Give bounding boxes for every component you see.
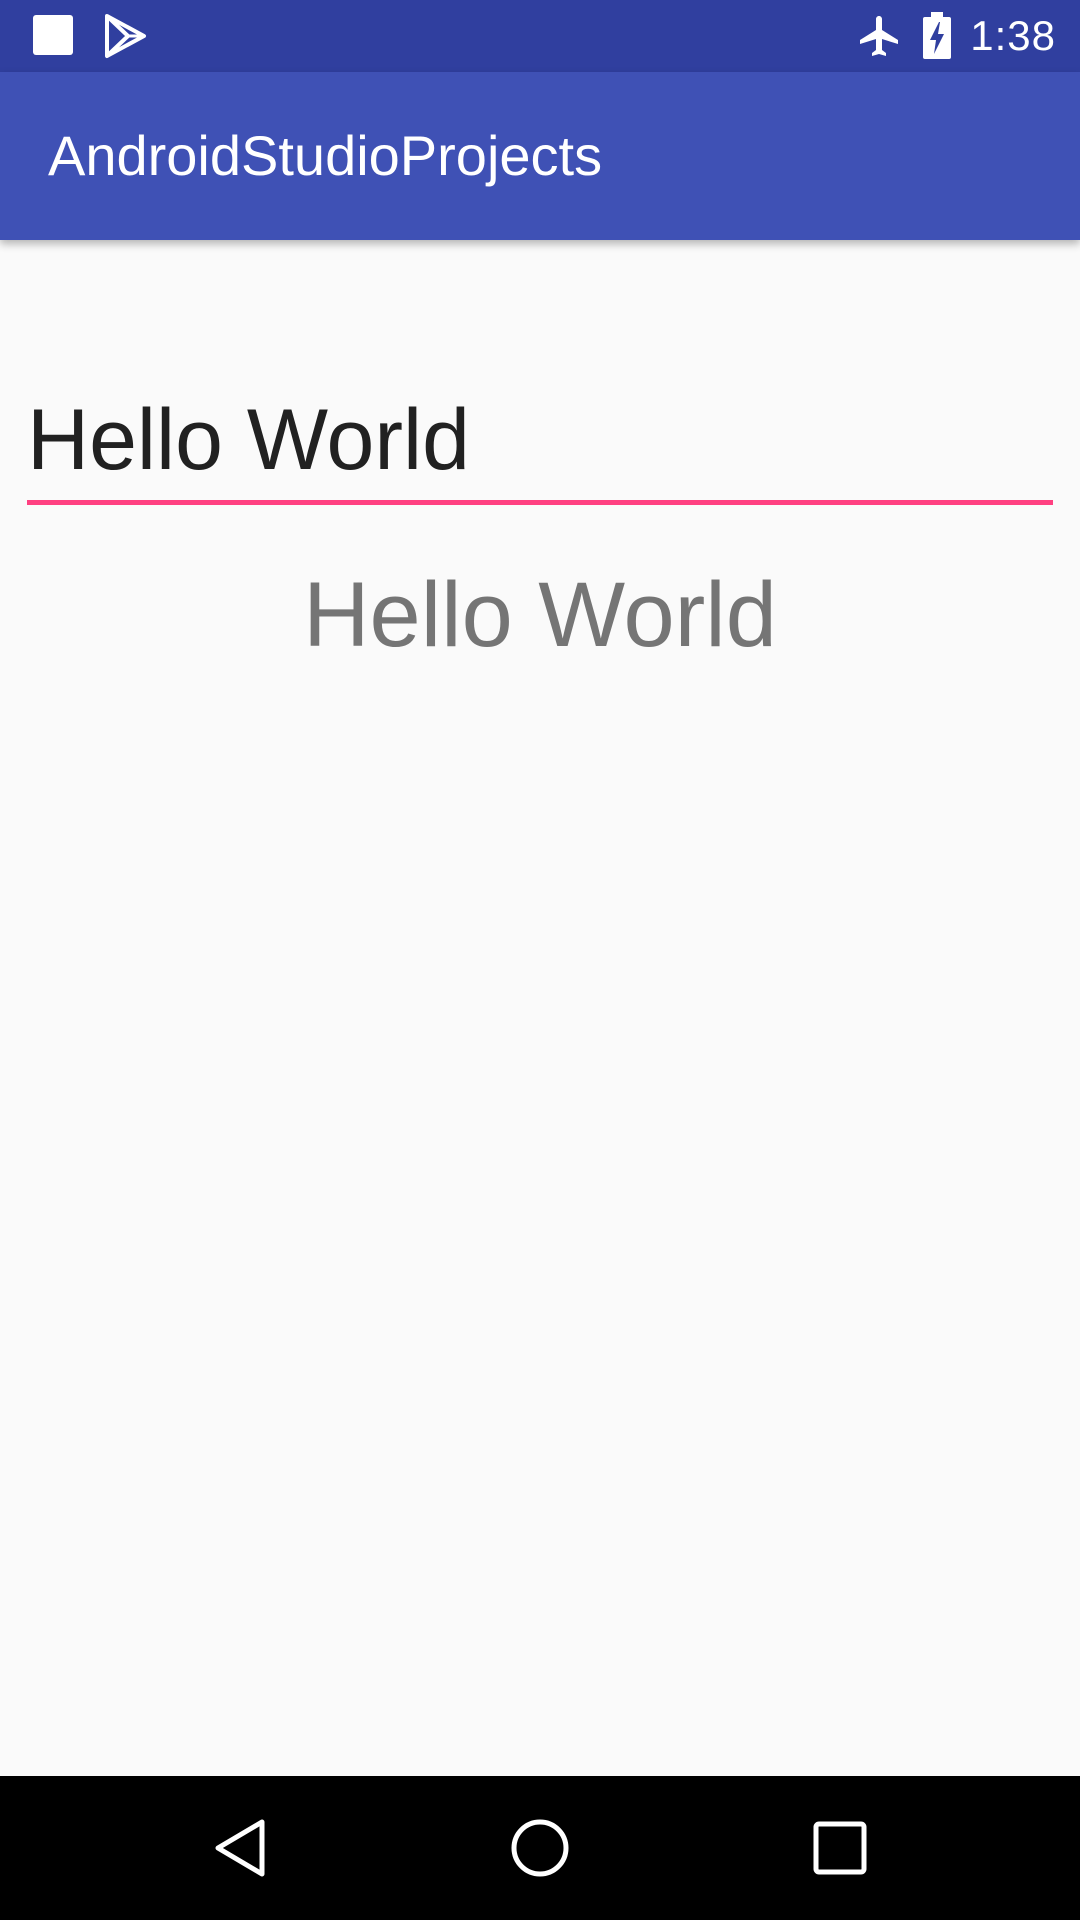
navigation-bar — [0, 1776, 1080, 1920]
status-icons: 1:38 — [856, 0, 1056, 72]
status-time: 1:38 — [970, 12, 1056, 59]
play-store-icon — [105, 14, 146, 58]
airplane-mode-icon — [860, 16, 899, 56]
home-icon[interactable] — [504, 1812, 576, 1884]
status-bar: 1:38 — [0, 0, 1080, 72]
screen: 1:38 AndroidStudioProjects Hello World — [0, 0, 1080, 1920]
app-bar: AndroidStudioProjects — [0, 72, 1080, 240]
app-title: AndroidStudioProjects — [48, 124, 603, 187]
back-icon[interactable] — [204, 1812, 276, 1884]
battery-charging-icon — [923, 12, 952, 59]
hello-edit-text[interactable] — [27, 380, 1053, 505]
notification-square-icon — [33, 15, 73, 55]
recents-icon[interactable] — [804, 1812, 876, 1884]
hello-text-view: Hello World — [303, 564, 777, 666]
